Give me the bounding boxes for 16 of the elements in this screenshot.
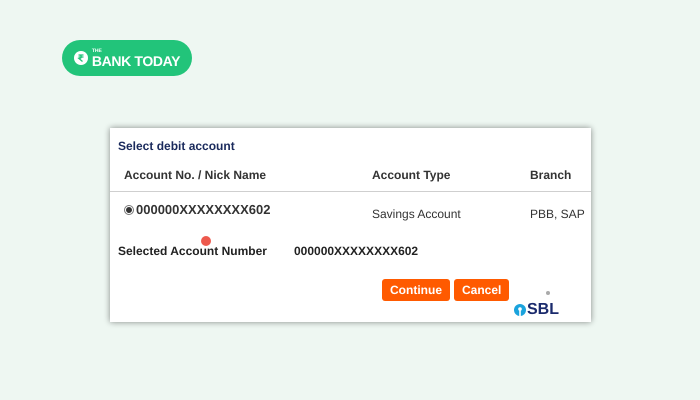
- column-header: Account Type: [372, 166, 452, 184]
- bank-logo-text: SBL: [527, 302, 559, 318]
- radio-button[interactable]: [124, 204, 134, 215]
- brand-name: BANK TODAY: [92, 54, 180, 68]
- continue-button[interactable]: Continue: [382, 279, 450, 301]
- account-number: 000000XXXXXXXX602: [136, 201, 270, 219]
- table-cell-text: PBB, SAP: [530, 206, 585, 223]
- selected-account-label: Selected Account Number: [118, 243, 268, 260]
- panel-title: Select debit account: [118, 138, 235, 155]
- selected-account-value: 000000XXXXXXXX602: [294, 243, 418, 260]
- rupee-icon: [74, 51, 88, 65]
- column-header: Branch: [530, 166, 572, 184]
- cancel-button[interactable]: Cancel: [454, 279, 510, 301]
- column-header: Account No. / Nick Name: [123, 166, 268, 184]
- table-cell-text: Savings Account: [372, 206, 462, 223]
- keyhole-icon: [514, 304, 526, 316]
